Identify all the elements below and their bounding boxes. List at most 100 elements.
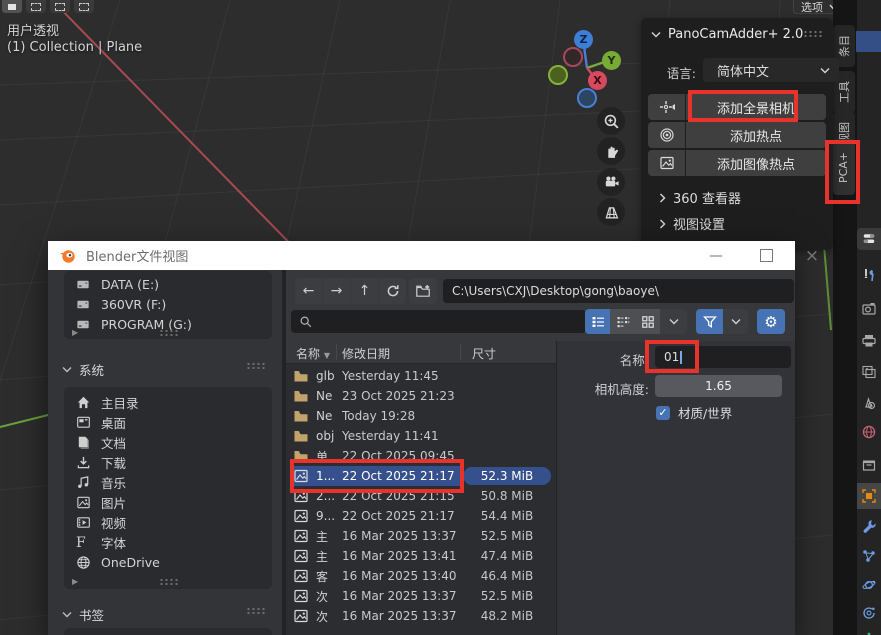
properties-tab-object-data[interactable] <box>857 626 881 635</box>
maximize-button[interactable] <box>746 241 786 270</box>
properties-tab-physics[interactable] <box>857 572 881 598</box>
volume-item[interactable]: 360VR (F:) <box>64 294 272 314</box>
column-name[interactable]: 名称 ▼ <box>296 345 330 362</box>
dialog-titlebar[interactable]: Blender文件视图 — × <box>48 241 795 270</box>
forward-button[interactable]: → <box>323 278 350 304</box>
properties-tab-collection[interactable] <box>857 452 881 478</box>
system-item[interactable]: 桌面 <box>64 412 272 432</box>
grid-button[interactable] <box>597 198 625 226</box>
file-row[interactable]: 主16 Mar 2025 13:4147.4 MiB <box>286 546 556 566</box>
expand-triangle-icon[interactable]: ▶ <box>72 328 78 337</box>
properties-tab-render[interactable] <box>857 296 881 322</box>
gizmo-minus-y-axis[interactable] <box>548 65 568 85</box>
properties-tab-world[interactable] <box>857 419 881 445</box>
zoom-button[interactable] <box>597 107 625 135</box>
properties-tab-view-layer[interactable] <box>857 359 881 385</box>
pano-camera-icon-button[interactable] <box>648 94 685 120</box>
gizmo-x-axis[interactable]: X <box>588 71 607 90</box>
lasso-select-icon[interactable] <box>74 0 94 13</box>
gizmo-minus-z-axis[interactable] <box>577 88 597 108</box>
thumbnail-view-button[interactable] <box>635 309 660 334</box>
circle-select-icon[interactable] <box>50 0 70 13</box>
file-row[interactable]: NeToday 19:28 <box>286 406 556 426</box>
sidebar-tab-pca+[interactable]: PCA+ <box>833 139 855 195</box>
system-item[interactable]: F字体 <box>64 532 272 552</box>
file-row[interactable]: 次16 Mar 2025 13:3752.5 MiB <box>286 586 556 606</box>
properties-tab-editor-type[interactable] <box>857 228 881 250</box>
pan-hand-button[interactable] <box>597 137 625 165</box>
tweak-select-icon[interactable] <box>2 0 22 13</box>
panel-drag-grip[interactable] <box>803 30 823 37</box>
properties-tab-modifiers[interactable] <box>857 513 881 539</box>
file-row[interactable]: 1...22 Oct 2025 21:1752.3 MiB <box>286 466 556 486</box>
box-select-icon[interactable] <box>26 0 46 13</box>
add-hotspot-button[interactable]: 添加热点 <box>686 122 826 148</box>
search-input[interactable] <box>291 310 586 333</box>
back-button[interactable]: ← <box>295 278 322 304</box>
file-row[interactable]: 主16 Mar 2025 13:3752.5 MiB <box>286 526 556 546</box>
up-button[interactable]: ↑ <box>351 278 378 304</box>
camera-view-button[interactable] <box>597 168 625 196</box>
file-row[interactable]: objYesterday 11:41 <box>286 426 556 446</box>
gizmo-y-axis[interactable]: Y <box>602 51 621 70</box>
system-item[interactable]: 文档 <box>64 432 272 452</box>
section-360-viewer[interactable]: 360 查看器 <box>659 188 741 207</box>
column-date[interactable]: 修改日期 <box>342 345 390 362</box>
material-world-option[interactable]: ✓ 材质/世界 <box>656 403 732 422</box>
properties-tab-particles[interactable] <box>857 543 881 569</box>
new-folder-button[interactable] <box>409 278 437 304</box>
hotspot-icon-button[interactable] <box>648 122 685 148</box>
gizmo-minus-x-axis[interactable] <box>563 47 583 67</box>
checkbox-checked-icon[interactable]: ✓ <box>656 406 670 420</box>
section-grip[interactable] <box>246 362 266 369</box>
column-size[interactable]: 尺寸 <box>472 345 496 362</box>
horizontal-list-view-button[interactable] <box>610 309 635 334</box>
navigation-gizmo[interactable]: Z Y X <box>540 25 630 110</box>
properties-tab-output[interactable] <box>857 328 881 354</box>
properties-tab-object[interactable] <box>857 483 881 509</box>
minimize-button[interactable]: — <box>696 241 736 270</box>
file-row[interactable]: 次16 Mar 2025 13:3748.2 MiB <box>286 606 556 626</box>
bookmarks-section-header[interactable]: 书签 <box>62 605 104 624</box>
filter-dropdown[interactable] <box>723 309 748 334</box>
file-row[interactable]: 9...22 Oct 2025 21:1754.4 MiB <box>286 506 556 526</box>
panel-header[interactable]: PanoCamAdder+ 2.0 <box>651 27 803 42</box>
system-item[interactable]: 主目录 <box>64 392 272 412</box>
resize-grip[interactable] <box>159 578 179 585</box>
file-row[interactable]: 2...22 Oct 2025 21:1550.8 MiB <box>286 486 556 506</box>
close-button[interactable]: × <box>792 241 832 270</box>
add-image-hotspot-button[interactable]: 添加图像热点 <box>686 150 826 176</box>
vertical-list-view-button[interactable] <box>585 309 610 334</box>
file-row[interactable]: Ne23 Oct 2025 21:23 <box>286 386 556 406</box>
language-dropdown[interactable]: 简体中文 <box>703 58 839 82</box>
expand-triangle-icon[interactable]: ▶ <box>72 577 78 586</box>
path-field[interactable]: C:\Users\CXJ\Desktop\gong\baoye\ <box>443 279 794 303</box>
image-hotspot-icon-button[interactable] <box>648 150 685 176</box>
file-name-input[interactable]: 01 <box>655 346 791 368</box>
camera-height-field[interactable]: 1.65 <box>655 375 782 397</box>
system-item[interactable]: 音乐 <box>64 472 272 492</box>
system-item[interactable]: 下载 <box>64 452 272 472</box>
properties-tab-tool[interactable] <box>857 262 881 288</box>
section-grip[interactable] <box>246 607 266 614</box>
gear-settings-button[interactable]: ⚙ <box>757 309 785 334</box>
system-item[interactable]: 图片 <box>64 492 272 512</box>
filter-button[interactable] <box>696 309 723 334</box>
section-view-settings[interactable]: 视图设置 <box>659 214 725 233</box>
system-section-header[interactable]: 系统 <box>62 360 104 379</box>
resize-grip[interactable] <box>159 329 179 336</box>
column-divider[interactable] <box>460 344 461 360</box>
file-row[interactable]: 客16 Mar 2025 13:4046.4 MiB <box>286 566 556 586</box>
display-settings-dropdown[interactable] <box>660 309 687 334</box>
file-row[interactable]: glbYesterday 11:45 <box>286 366 556 386</box>
refresh-button[interactable] <box>379 278 406 304</box>
system-item[interactable]: OneDrive <box>64 552 272 572</box>
volume-item[interactable]: DATA (E:) <box>64 274 272 294</box>
file-row[interactable]: 单22 Oct 2025 09:45 <box>286 446 556 466</box>
properties-tab-scene[interactable] <box>857 390 881 416</box>
column-divider[interactable] <box>336 344 337 360</box>
gizmo-z-axis[interactable]: Z <box>574 30 593 49</box>
properties-tab-constraints[interactable] <box>857 600 881 626</box>
system-item[interactable]: 视频 <box>64 512 272 532</box>
add-pano-camera-button[interactable]: 添加全景相机 <box>686 94 826 120</box>
